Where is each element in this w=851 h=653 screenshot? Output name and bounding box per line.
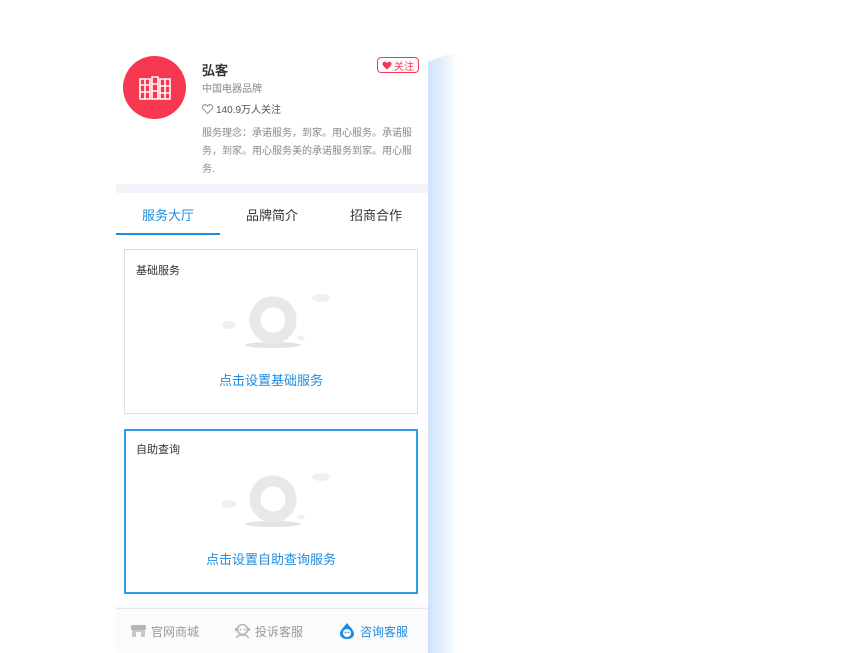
phone-side-shadow [428, 44, 458, 653]
section-divider [116, 184, 428, 193]
brand-name: 弘客 [202, 63, 229, 78]
set-basic-service-link[interactable]: 点击设置基础服务 [125, 370, 417, 389]
set-self-query-link[interactable]: 点击设置自助查询服务 [126, 549, 416, 568]
tab-service-hall[interactable]: 服务大厅 [116, 193, 220, 235]
follower-count: 140.9万人关注 [202, 101, 281, 116]
complaint-service-label: 投诉客服 [255, 624, 304, 639]
official-store-button[interactable]: 官网商城 [130, 623, 199, 640]
empty-state-illustration [222, 294, 330, 348]
phone-side-shadow-top [428, 44, 458, 72]
brand-logo-icon [138, 75, 171, 100]
mobile-preview: 嗷 弘客 中国电器品牌 140.9万人关注 关注 服务理念：承诺服务，到家。用心… [116, 44, 428, 653]
heart-outline-icon [202, 103, 213, 114]
brand-subtitle: 中国电器品牌 [202, 84, 262, 95]
tab-brand-intro[interactable]: 品牌简介 [220, 193, 324, 235]
follow-button[interactable]: 关注 [377, 57, 419, 73]
brand-logo: 嗷 [123, 56, 186, 119]
basic-service-card[interactable]: 基础服务 点击设置基础服务 [124, 249, 418, 414]
store-icon [131, 625, 146, 637]
brand-description: 服务理念：承诺服务，到家。用心服务。承诺服务，到家。用心服务美的承诺服务到家。用… [202, 128, 412, 175]
tab-business-cooperation[interactable]: 招商合作 [324, 193, 428, 235]
consult-service-button[interactable]: 咨询客服 [338, 622, 408, 640]
consult-icon [340, 623, 354, 639]
complaint-service-button[interactable]: 投诉客服 [234, 623, 303, 640]
complaint-icon [235, 623, 250, 639]
empty-state-illustration [222, 473, 330, 527]
card-title: 自助查询 [136, 444, 180, 456]
tab-bar: 服务大厅 品牌简介 招商合作 [116, 193, 428, 235]
official-store-label: 官网商城 [151, 624, 200, 639]
follower-count-label: 140.9万人关注 [216, 105, 282, 116]
card-title: 基础服务 [136, 265, 180, 277]
follow-button-label: 关注 [394, 61, 414, 73]
self-query-card[interactable]: 自助查询 点击设置自助查询服务 [124, 429, 418, 594]
consult-service-label: 咨询客服 [360, 624, 409, 639]
bottom-nav: 官网商城 投诉客服 咨询客服 [116, 608, 428, 653]
heart-icon [382, 61, 392, 70]
